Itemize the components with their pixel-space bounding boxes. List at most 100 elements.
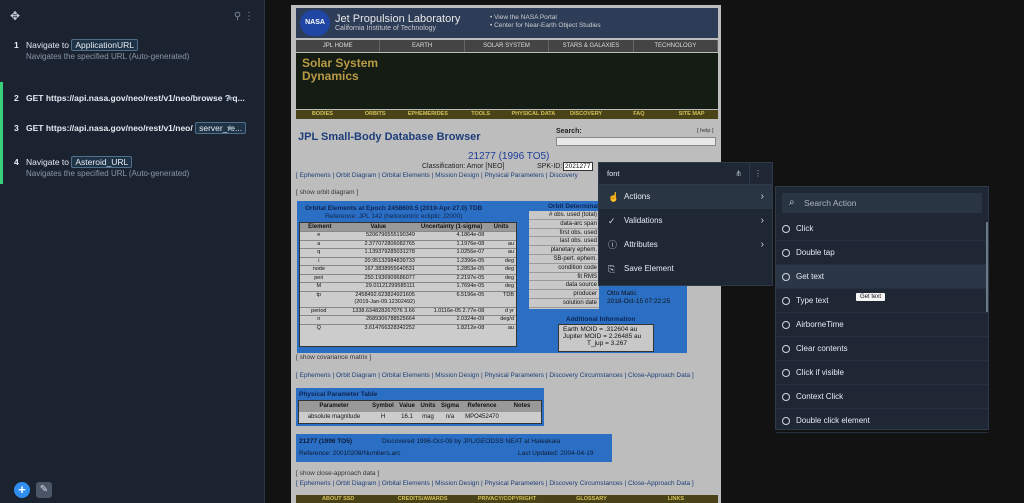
step-variable-chip[interactable]: Asteroid_URL	[71, 156, 133, 168]
action-item-airbornetime[interactable]: AirborneTime	[776, 313, 988, 337]
search-icon: ⌕	[789, 197, 795, 208]
info-icon: ⓘ	[608, 240, 618, 250]
table-row: n 2689306788525664 2.0324e-09 deg/d	[300, 315, 516, 324]
step-variable-chip[interactable]: ApplicationURL	[71, 39, 138, 51]
jpl-subtitle: California Institute of Technology	[335, 25, 437, 32]
show-close-approach[interactable]: [ show close-approach data ]	[296, 470, 379, 477]
table-cell: d yr	[504, 307, 515, 314]
footer-glossary[interactable]: GLOSSARY	[549, 495, 633, 503]
search-placeholder: Search Action	[804, 198, 857, 208]
move-icon[interactable]: ✥	[10, 9, 20, 23]
star-icon[interactable]: ★	[226, 122, 234, 134]
menu-validations[interactable]: ✓ Validations ›	[599, 209, 772, 233]
jpl-title[interactable]: Jet Propulsion Laboratory	[335, 13, 460, 25]
edit-steps-button[interactable]: ✎	[36, 482, 52, 498]
table-cell: au	[507, 249, 515, 255]
action-item-context-click[interactable]: Context Click	[776, 385, 988, 409]
ssd-nav-sitemap[interactable]: SITE MAP	[665, 110, 718, 119]
footer-links[interactable]: LINKS	[634, 495, 718, 503]
step-4[interactable]: 4 Navigate to Asteroid_URL Navigates the…	[0, 144, 264, 184]
table-cell: 4.1864e-08	[456, 232, 485, 238]
ssd-nav-faq[interactable]: FAQ	[613, 110, 666, 119]
step-number: 4	[14, 157, 19, 167]
action-icon	[782, 297, 790, 305]
menu-save-element[interactable]: ⎘ Save Element	[599, 257, 772, 281]
sbdb-search-input[interactable]	[556, 137, 716, 146]
section-links-top[interactable]: [ Ephemeris | Orbit Diagram | Orbital El…	[296, 172, 578, 179]
ssd-nav-bodies[interactable]: BODIES	[296, 110, 349, 119]
section-links-mid[interactable]: [ Ephemeris | Orbit Diagram | Orbital El…	[296, 372, 694, 379]
help-link[interactable]: [ help ]	[697, 128, 714, 134]
ssd-nav-tools[interactable]: TOOLS	[454, 110, 507, 119]
star-icon[interactable]: ★	[226, 92, 234, 104]
table-cell: TDB	[503, 291, 515, 298]
show-covariance[interactable]: [ show covariance matrix ]	[296, 354, 371, 361]
column-header: Value	[399, 403, 415, 409]
table-cell: 1.8212e-08	[456, 324, 485, 331]
spk-id-highlight[interactable]: 2021277	[563, 162, 593, 171]
table-row: absolute magnitude H 16.1 mag n/a MPO452470	[299, 412, 541, 423]
pin-icon[interactable]: ⚲ ⋮	[234, 11, 254, 22]
menu-attributes[interactable]: ⓘ Attributes ›	[599, 233, 772, 257]
save-icon: ⎘	[608, 264, 616, 274]
context-menu-header: font ⋔ ⋮	[599, 163, 772, 185]
footer-credits[interactable]: CREDITS/AWARDS	[380, 495, 464, 503]
nasa-logo[interactable]: NASA	[300, 10, 330, 36]
action-item-double-click-element[interactable]: Double click element	[776, 409, 988, 433]
table-cell: 1.2396e-05	[456, 257, 485, 264]
step-variable-chip[interactable]: server_re...	[195, 122, 247, 134]
section-links-bottom[interactable]: [ Ephemeris | Orbit Diagram | Orbital El…	[296, 480, 694, 487]
table-row: q 1.139379285031278 1.0256e-07 au	[300, 248, 516, 257]
footer-privacy[interactable]: PRIVACY/COPYRIGHT	[465, 495, 549, 503]
ssd-nav-ephemerides[interactable]: EPHEMERIDES	[402, 110, 455, 119]
banner-line: Dynamics	[302, 69, 359, 83]
table-cell: tp	[316, 291, 322, 298]
table-cell: 2689306788525664	[365, 316, 415, 322]
step-3[interactable]: 3 GET https://api.nasa.gov/neo/rest/v1/n…	[0, 112, 264, 144]
ssd-nav-discovery[interactable]: DISCOVERY	[560, 110, 613, 119]
ssd-nav-physical[interactable]: PHYSICAL DATA	[507, 110, 560, 119]
table-cell: 2.2197e-05	[456, 274, 485, 281]
column-header: Element	[308, 224, 332, 230]
orbit-header-row: Element Value Uncertainty (1-sigma) Units	[300, 223, 516, 231]
action-search-input[interactable]: ⌕ Search Action	[782, 193, 982, 213]
menu-label: Save Element	[624, 264, 674, 273]
nav-technology[interactable]: TECHNOLOGY	[634, 40, 719, 52]
nasa-portal-link[interactable]: • View the NASA Portal	[490, 14, 601, 22]
more-icon[interactable]: ⋮	[754, 169, 762, 178]
nav-solar-system[interactable]: SOLAR SYSTEM	[465, 40, 550, 52]
action-icon	[782, 417, 790, 425]
divider	[749, 163, 750, 185]
table-row: Q 3.614766328342252 1.8212e-08 au	[300, 323, 516, 333]
show-orbit-diagram[interactable]: [ show orbit diagram ]	[296, 189, 358, 196]
ssd-nav-orbits[interactable]: ORBITS	[349, 110, 402, 119]
action-item-click-if-visible[interactable]: Click if visible	[776, 361, 988, 385]
footer-about[interactable]: ABOUT SSD	[296, 495, 380, 503]
table-row: last obs. used	[529, 237, 599, 247]
step-2[interactable]: 2 GET https://api.nasa.gov/neo/rest/v1/n…	[0, 82, 264, 112]
table-cell: node	[312, 266, 325, 272]
table-cell: 1.2853e-05	[456, 266, 485, 272]
action-item-clear-contents[interactable]: Clear contents	[776, 337, 988, 361]
column-header: Notes	[513, 403, 531, 409]
neo-center-link[interactable]: • Center for Near-Earth Object Studies	[490, 22, 601, 30]
action-list-scrollbar[interactable]	[986, 222, 988, 312]
hierarchy-icon[interactable]: ⋔	[735, 169, 742, 178]
table-row: i 20.95132984839733 1.2396e-05 deg	[300, 256, 516, 266]
action-icon	[782, 249, 790, 257]
menu-label: Attributes	[624, 240, 658, 249]
producer-value: Otto Matic	[607, 290, 637, 297]
action-item-click[interactable]: Click	[776, 217, 988, 241]
add-step-button[interactable]: +	[14, 482, 30, 498]
menu-actions[interactable]: ☝ Actions ›	[599, 185, 772, 209]
element-context-menu: font ⋔ ⋮ ☝ Actions › ✓ Validations › ⓘ A…	[598, 162, 773, 286]
nav-stars-galaxies[interactable]: STARS & GALAXIES	[549, 40, 634, 52]
action-item-get-text[interactable]: Get text	[776, 265, 988, 289]
nav-earth[interactable]: EARTH	[380, 40, 465, 52]
nav-jpl-home[interactable]: JPL HOME	[296, 40, 381, 52]
table-cell	[486, 232, 516, 240]
action-item-double-tap[interactable]: Double tap	[776, 241, 988, 265]
orbital-elements-table: Element Value Uncertainty (1-sigma) Units e 5…	[299, 222, 517, 347]
table-cell: 1.7694e-05	[456, 283, 485, 289]
step-1[interactable]: 1 Navigate to ApplicationURL Navigates t…	[0, 32, 264, 70]
